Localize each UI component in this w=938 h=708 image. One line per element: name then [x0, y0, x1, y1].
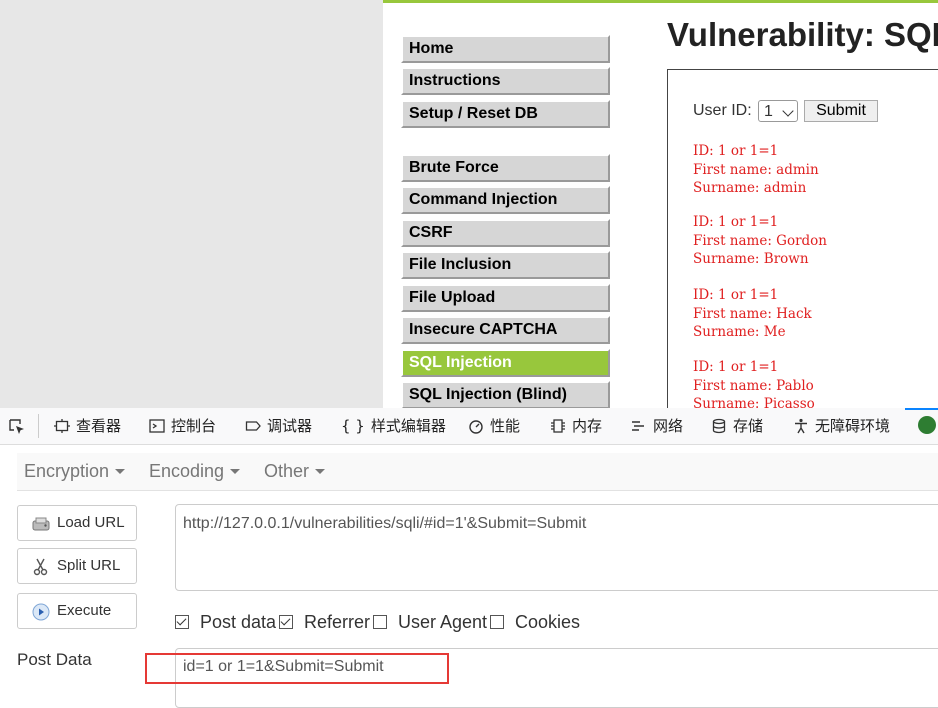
load-url-label: Load URL [57, 514, 125, 531]
result-first-name: First name: admin [693, 161, 819, 178]
result-block: ID: 1 or 1=1 First name: Gordon Surname:… [693, 213, 827, 269]
tab-label: 内存 [572, 417, 603, 435]
active-tab-indicator [905, 408, 938, 410]
tab-memory[interactable]: 内存 [550, 416, 602, 436]
user-agent-label: User Agent [398, 612, 488, 632]
inspector-icon [54, 419, 70, 433]
caret-down-icon [230, 469, 241, 474]
tab-console[interactable]: 控制台 [149, 416, 216, 436]
tab-inspector[interactable]: 查看器 [54, 416, 121, 436]
menu-item-brute-force[interactable]: Brute Force [401, 154, 610, 182]
tab-network[interactable]: 网络 [631, 416, 683, 436]
menu-item-sql-injection[interactable]: SQL Injection [401, 349, 610, 377]
accessibility-icon [795, 418, 807, 434]
menu-encryption[interactable]: Encryption [24, 461, 126, 482]
tab-style-editor[interactable]: { } 样式编辑器 [341, 416, 446, 436]
menu-label: Encryption [24, 461, 110, 481]
tab-label: 控制台 [171, 417, 217, 435]
result-id: ID: 1 or 1=1 [693, 143, 779, 159]
menu-item-insecure-captcha[interactable]: Insecure CAPTCHA [401, 316, 610, 344]
load-url-button[interactable]: Load URL [17, 505, 137, 541]
menu-item-csrf[interactable]: CSRF [401, 219, 610, 247]
result-surname: Surname: Brown [693, 251, 809, 267]
tab-label: 查看器 [76, 417, 122, 435]
hackbar-extension-icon[interactable] [918, 416, 936, 434]
menu-encoding[interactable]: Encoding [149, 461, 241, 482]
menu-label: Other [264, 461, 310, 481]
network-icon [632, 421, 644, 431]
result-block: ID: 1 or 1=1 First name: Hack Surname: M… [693, 286, 812, 342]
menu-item-file-upload[interactable]: File Upload [401, 284, 610, 312]
menu-item-home[interactable]: Home [401, 35, 610, 63]
user-id-selected-value: 1 [764, 103, 773, 120]
menu-item-instructions[interactable]: Instructions [401, 67, 610, 95]
menu-item-sql-injection-blind[interactable]: SQL Injection (Blind) [401, 381, 610, 408]
menu-item-setup-reset-db[interactable]: Setup / Reset DB [401, 100, 610, 128]
result-block: ID: 1 or 1=1 First name: admin Surname: … [693, 142, 819, 198]
memory-icon [551, 419, 565, 433]
style-editor-icon: { } [341, 417, 365, 435]
menu-item-command-injection[interactable]: Command Injection [401, 186, 610, 214]
result-first-name: First name: Hack [693, 305, 812, 322]
tab-label: 存储 [733, 417, 764, 435]
referrer-checkbox[interactable] [279, 615, 293, 629]
load-url-icon [32, 517, 50, 531]
post-data-label: Post data [200, 612, 277, 632]
execute-label: Execute [57, 602, 112, 619]
result-surname: Surname: Me [693, 324, 786, 340]
result-id: ID: 1 or 1=1 [693, 214, 779, 230]
performance-icon [469, 420, 483, 434]
split-url-label: Split URL [57, 557, 121, 574]
scissors-icon [33, 558, 48, 576]
result-first-name: First name: Pablo [693, 377, 814, 394]
page-title: Vulnerability: SQL [667, 16, 938, 53]
tab-label: 调试器 [267, 417, 313, 435]
annotation-highlight-box [145, 653, 449, 684]
user-id-select[interactable]: 1 [758, 100, 798, 122]
execute-button[interactable]: Execute [17, 593, 137, 629]
tab-accessibility[interactable]: 无障碍环境 [793, 416, 890, 436]
tab-label: 无障碍环境 [815, 417, 891, 435]
tab-performance[interactable]: 性能 [468, 416, 520, 436]
browser-viewport: Home Instructions Setup / Reset DB Brute… [0, 0, 938, 408]
url-value: http://127.0.0.1/vulnerabilities/sqli/#i… [183, 515, 587, 532]
chevron-down-icon [782, 105, 794, 117]
referrer-label: Referrer [304, 612, 371, 632]
devtools-toolbar: 查看器 控制台 调试器 { } 样式编辑器 性能 内存 网络 存储 无障碍环境 [0, 408, 938, 445]
menu-other[interactable]: Other [264, 461, 326, 482]
tab-storage[interactable]: 存储 [711, 416, 763, 436]
submit-button[interactable]: Submit [804, 100, 878, 122]
split-url-button[interactable]: Split URL [17, 548, 137, 584]
url-textarea[interactable]: http://127.0.0.1/vulnerabilities/sqli/#i… [175, 504, 938, 591]
result-block: ID: 1 or 1=1 First name: Pablo Surname: … [693, 358, 815, 408]
result-surname: Surname: admin [693, 180, 807, 196]
hackbar-panel: Encryption Encoding Other Load URL Split… [0, 445, 938, 708]
tab-label: 性能 [490, 417, 521, 435]
storage-icon [712, 418, 726, 434]
debugger-icon [245, 421, 261, 431]
result-id: ID: 1 or 1=1 [693, 359, 779, 375]
tab-debugger[interactable]: 调试器 [245, 416, 312, 436]
cookies-checkbox[interactable] [490, 615, 504, 629]
result-first-name: First name: Gordon [693, 232, 827, 249]
menu-item-file-inclusion[interactable]: File Inclusion [401, 251, 610, 279]
tab-label: 网络 [653, 417, 684, 435]
console-icon [149, 419, 165, 433]
caret-down-icon [315, 469, 326, 474]
result-surname: Surname: Picasso [693, 396, 815, 408]
user-id-label: User ID: [693, 102, 752, 119]
post-data-checkbox[interactable] [175, 615, 189, 629]
result-id: ID: 1 or 1=1 [693, 287, 779, 303]
caret-down-icon [115, 469, 126, 474]
cookies-label: Cookies [515, 612, 581, 632]
hackbar-menu-bar: Encryption Encoding Other [17, 453, 938, 491]
menu-label: Encoding [149, 461, 225, 481]
post-data-field-label: Post Data [17, 650, 92, 669]
element-picker-icon[interactable] [8, 418, 26, 436]
tab-label: 样式编辑器 [370, 417, 446, 435]
user-agent-checkbox[interactable] [373, 615, 387, 629]
toolbar-divider [38, 414, 39, 438]
play-icon [32, 603, 50, 621]
